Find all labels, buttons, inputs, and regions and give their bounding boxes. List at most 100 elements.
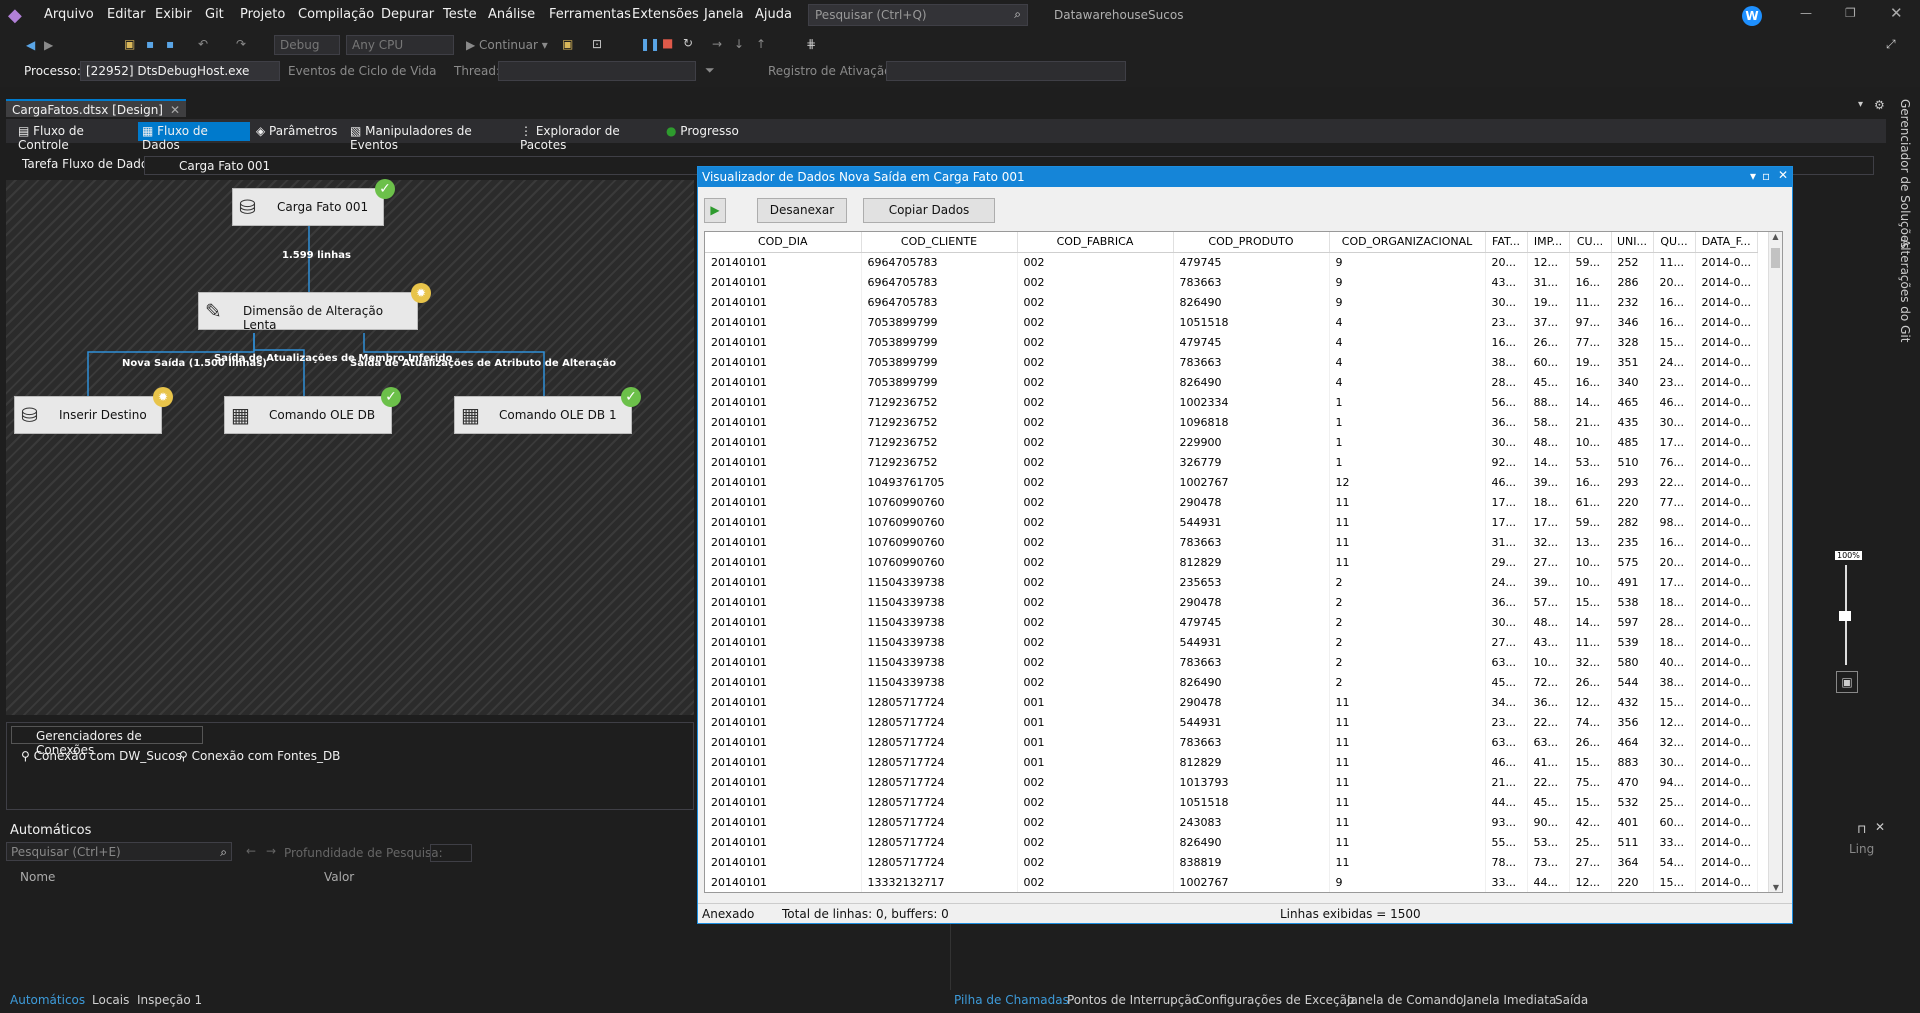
table-row[interactable]: 20140101 12805717724 001 783663 11 63... 63...… — [705, 732, 1758, 752]
global-search-input[interactable]: Pesquisar (Ctrl+Q) ⌕ — [808, 4, 1028, 26]
table-row[interactable]: 20140101 6964705783 002 826490 9 30... 19... 11… — [705, 292, 1758, 312]
node-insert[interactable]: ⛁ Inserir Destino ✹ — [14, 387, 173, 434]
table-row[interactable]: 20140101 10760990760 002 544931 11 17... 17...… — [705, 512, 1758, 532]
column-header[interactable]: UNI... — [1611, 232, 1654, 253]
activation-select[interactable] — [886, 61, 1126, 81]
maximize-button[interactable]: ❐ — [1845, 6, 1856, 20]
stop-icon[interactable]: ■ — [662, 36, 673, 50]
table-row[interactable]: 20140101 11504339738 002 826490 2 45... 72... 2… — [705, 672, 1758, 692]
maximize-icon[interactable]: ▫ — [1762, 169, 1770, 183]
platform-select[interactable]: Any CPU — [346, 35, 454, 55]
tab-command-window[interactable]: Janela de Comando — [1347, 993, 1464, 1007]
zoom-thumb[interactable] — [1839, 611, 1851, 621]
column-header[interactable]: COD_DIA — [705, 232, 862, 253]
table-row[interactable]: 20140101 11504339738 002 544931 2 27... 43... 1… — [705, 632, 1758, 652]
column-header[interactable]: COD_PRODUTO — [1173, 232, 1330, 253]
table-row[interactable]: 20140101 12805717724 001 812829 11 46... 41...… — [705, 752, 1758, 772]
filter-icon[interactable]: ⏷ — [705, 63, 715, 78]
column-header[interactable]: COD_ORGANIZACIONAL — [1329, 232, 1486, 253]
dropdown-icon[interactable]: ▾ — [1750, 169, 1756, 183]
user-avatar[interactable]: W — [1742, 6, 1762, 26]
tab-call-stack[interactable]: Pilha de Chamadas — [954, 993, 1069, 1007]
column-header[interactable]: CU... — [1569, 232, 1612, 253]
pin-icon[interactable]: ⊓ — [1857, 822, 1866, 836]
menu-item-7[interactable]: Teste — [443, 7, 477, 22]
lifecycle-events-button[interactable]: Eventos de Ciclo de Vida — [288, 64, 436, 78]
node-ole1[interactable]: ▦ Comando OLE DB ✓ — [224, 387, 401, 434]
table-row[interactable]: 20140101 6964705783 002 479745 9 20... 12... 59… — [705, 252, 1758, 272]
save-icon[interactable]: ▪ — [146, 37, 154, 51]
close-panel-icon[interactable]: ✕ — [1875, 820, 1885, 834]
designer-tab-2[interactable]: ◈ Parâmetros — [252, 122, 352, 141]
data-flow-canvas[interactable]: 1.599 linhas Nova Saída (1.500 linhas) S… — [6, 179, 694, 715]
restart-icon[interactable]: ↻ — [683, 36, 693, 50]
table-row[interactable]: 20140101 11504339738 002 479745 2 30... 48... 1… — [705, 612, 1758, 632]
git-changes-tab[interactable]: Alterações do Git — [1898, 239, 1912, 342]
column-header[interactable]: IMP... — [1527, 232, 1570, 253]
menu-item-4[interactable]: Projeto — [240, 7, 285, 22]
fit-to-window-icon[interactable]: ▣ — [1836, 671, 1858, 693]
close-window-button[interactable]: ✕ — [1890, 4, 1903, 22]
menu-item-2[interactable]: Exibir — [155, 7, 192, 22]
connection-item[interactable]: ⚲ Conexão com DW_Sucos — [21, 749, 182, 763]
menu-item-8[interactable]: Análise — [488, 7, 535, 22]
designer-tab-4[interactable]: ⋮ Explorador de Pacotes — [516, 122, 668, 152]
table-row[interactable]: 20140101 12805717724 002 826490 11 55... 53...… — [705, 832, 1758, 852]
table-row[interactable]: 20140101 12805717724 001 544931 11 23... 22...… — [705, 712, 1758, 732]
connection-managers-tab[interactable]: Gerenciadores de Conexões — [11, 726, 203, 757]
step-out-icon[interactable]: ↑ — [756, 37, 766, 51]
data-grid[interactable]: COD_DIA COD_CLIENTE COD_FABRICA COD_PRODUTO… — [704, 231, 1783, 893]
detach-button[interactable]: Desanexar — [757, 198, 847, 223]
designer-tab-1[interactable]: ▦ Fluxo de Dados — [138, 122, 250, 152]
designer-tab-3[interactable]: ▧ Manipuladores de Eventos — [346, 122, 516, 152]
column-header[interactable]: COD_FABRICA — [1017, 232, 1174, 253]
designer-tab-0[interactable]: ▤ Fluxo de Controle — [14, 122, 134, 152]
tab-breakpoints[interactable]: Pontos de Interrupção — [1067, 993, 1199, 1007]
forward-icon[interactable]: → — [266, 844, 276, 858]
autos-search-input[interactable]: Pesquisar (Ctrl+E) ⌕ — [6, 842, 232, 861]
column-header[interactable]: QU... — [1653, 232, 1696, 253]
table-row[interactable]: 20140101 12805717724 002 1051518 11 44... 45..… — [705, 792, 1758, 812]
back-icon[interactable]: ← — [246, 844, 256, 858]
connection-item[interactable]: ⚲ Conexão com Fontes_DB — [179, 749, 340, 763]
node-source[interactable]: ⛁ Carga Fato 001 ✓ — [232, 179, 395, 226]
data-viewer-titlebar[interactable]: Visualizador de Dados Nova Saída em Carg… — [698, 167, 1792, 187]
table-row[interactable]: 20140101 6964705783 002 783663 9 43... 31... 16… — [705, 272, 1758, 292]
table-row[interactable]: 20140101 10760990760 002 812829 11 29... 27...… — [705, 552, 1758, 572]
scroll-thumb[interactable] — [1771, 248, 1780, 268]
pin-panel-icon[interactable]: ⤢ — [1886, 37, 1896, 52]
undo-icon[interactable]: ↶ — [198, 37, 208, 51]
minimize-button[interactable]: — — [1800, 6, 1812, 20]
menu-item-9[interactable]: Ferramentas — [549, 7, 631, 22]
tab-dropdown-icon[interactable]: ▾ — [1858, 99, 1863, 110]
scroll-down-icon[interactable]: ▼ — [1769, 883, 1782, 892]
table-row[interactable]: 20140101 10493761705 002 1002767 12 46... 39..… — [705, 472, 1758, 492]
tab-locals[interactable]: Locais — [92, 993, 129, 1007]
menu-item-5[interactable]: Compilação — [298, 7, 374, 22]
menu-item-0[interactable]: Arquivo — [44, 7, 94, 22]
table-row[interactable]: 20140101 7053899799 002 826490 4 28... 45... 16… — [705, 372, 1758, 392]
depth-select[interactable] — [430, 844, 472, 862]
tab-watch[interactable]: Inspeção 1 — [137, 993, 202, 1007]
column-header[interactable]: DATA_F... — [1695, 232, 1758, 253]
menu-item-11[interactable]: Janela — [704, 7, 744, 22]
solution-explorer-tab[interactable]: Gerenciador de Soluções — [1898, 99, 1912, 249]
column-header[interactable]: COD_CLIENTE — [861, 232, 1018, 253]
table-row[interactable]: 20140101 7053899799 002 1051518 4 23... 37... 9… — [705, 312, 1758, 332]
column-header[interactable]: FAT... — [1485, 232, 1528, 253]
menu-item-1[interactable]: Editar — [107, 7, 146, 22]
scroll-up-icon[interactable]: ▲ — [1769, 232, 1782, 241]
folder-icon[interactable]: ▣ — [562, 37, 573, 51]
tab-autos[interactable]: Automáticos — [10, 993, 85, 1007]
table-row[interactable]: 20140101 13332132717 002 1002767 9 33... 44...… — [705, 872, 1758, 892]
table-row[interactable]: 20140101 11504339738 002 290478 2 36... 57... 1… — [705, 592, 1758, 612]
menu-item-12[interactable]: Ajuda — [755, 7, 792, 22]
table-row[interactable]: 20140101 12805717724 002 243083 11 93... 90...… — [705, 812, 1758, 832]
document-tab[interactable]: CargaFatos.dtsx [Design] ✕ — [6, 99, 186, 117]
close-tab-icon[interactable]: ✕ — [170, 103, 180, 117]
table-row[interactable]: 20140101 10760990760 002 290478 11 17... 18...… — [705, 492, 1758, 512]
table-row[interactable]: 20140101 12805717724 002 1013793 11 21... 22..… — [705, 772, 1758, 792]
settings-gear-icon[interactable]: ⚙ — [1874, 98, 1885, 112]
thread-select[interactable] — [498, 61, 696, 81]
forward-icon[interactable]: ▶ — [44, 38, 53, 52]
